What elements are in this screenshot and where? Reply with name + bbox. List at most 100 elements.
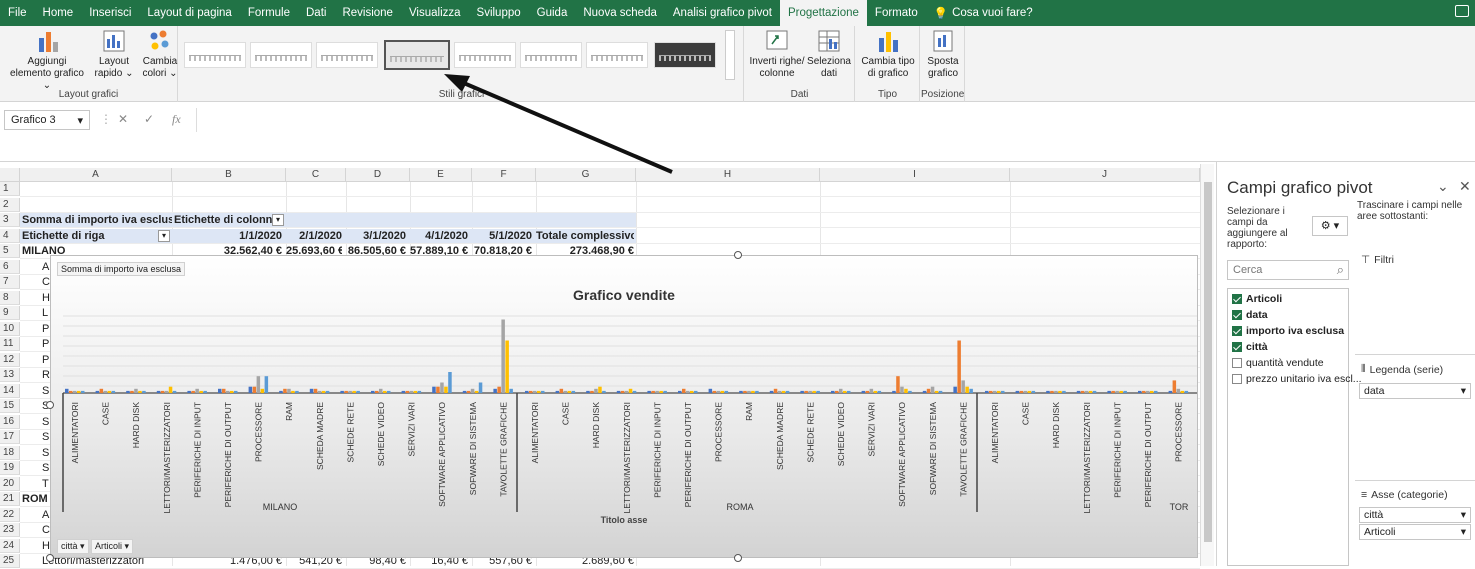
cancel-icon[interactable]: ✕ bbox=[118, 112, 128, 126]
row-header[interactable]: 12 bbox=[0, 352, 20, 367]
field-item[interactable]: importo iva esclusa bbox=[1232, 325, 1344, 337]
row-header[interactable]: 20 bbox=[0, 476, 20, 491]
resize-handle-left[interactable] bbox=[46, 401, 54, 409]
row-header[interactable]: 14 bbox=[0, 383, 20, 398]
name-box[interactable]: Grafico 3 ▾ bbox=[4, 110, 90, 130]
column-header-a[interactable]: A bbox=[20, 168, 172, 182]
chart-style-2[interactable] bbox=[250, 42, 312, 68]
column-header-j[interactable]: J bbox=[1010, 168, 1200, 182]
row-header[interactable]: 24 bbox=[0, 538, 20, 553]
row-header[interactable]: 2 bbox=[0, 197, 20, 212]
row-header[interactable]: 23 bbox=[0, 523, 20, 537]
axis-field-city[interactable]: città ▾ bbox=[1359, 507, 1471, 523]
gear-icon[interactable]: ⚙ ▾ bbox=[1312, 216, 1348, 236]
date-column-header[interactable]: 4/1/2020 bbox=[410, 229, 468, 243]
column-header-f[interactable]: F bbox=[472, 168, 536, 182]
field-search-input[interactable]: Cerca ⌕ bbox=[1227, 260, 1349, 280]
column-header-e[interactable]: E bbox=[410, 168, 472, 182]
legend-area[interactable]: ⦀ Legenda (serie) data ▾ bbox=[1355, 354, 1475, 474]
checkbox[interactable] bbox=[1232, 374, 1242, 384]
field-item[interactable]: data bbox=[1232, 309, 1268, 321]
menu-tab-inserisci[interactable]: Inserisci bbox=[81, 0, 139, 26]
row-labels-filter[interactable]: Etichette di riga bbox=[22, 229, 170, 243]
select-all-corner[interactable] bbox=[0, 168, 20, 182]
checkbox[interactable] bbox=[1232, 342, 1242, 352]
row-header[interactable]: 5 bbox=[0, 244, 20, 258]
chart-style-8[interactable] bbox=[654, 42, 716, 68]
chart-style-1[interactable] bbox=[184, 42, 246, 68]
axis-area[interactable]: ≡ Asse (categorie) città ▾ Articoli ▾ bbox=[1355, 480, 1475, 566]
row-header[interactable]: 21 bbox=[0, 492, 20, 506]
checkbox[interactable] bbox=[1232, 294, 1242, 304]
field-item[interactable]: Articoli bbox=[1232, 293, 1282, 305]
menu-tab-analisi-grafico-pivot[interactable]: Analisi grafico pivot bbox=[665, 0, 780, 26]
resize-handle-bottom-left[interactable] bbox=[46, 554, 54, 562]
legend-field-data[interactable]: data ▾ bbox=[1359, 383, 1471, 399]
field-item[interactable]: quantità vendute bbox=[1232, 357, 1324, 369]
menu-tab-home[interactable]: Home bbox=[35, 0, 82, 26]
switch-row-column-button[interactable]: Inverti righe/ colonne bbox=[749, 28, 805, 80]
date-column-header[interactable]: 5/1/2020 bbox=[472, 229, 532, 243]
row-header[interactable]: 6 bbox=[0, 259, 20, 274]
quick-layout-button[interactable]: Layout rapido ⌄ bbox=[92, 28, 136, 80]
axis-field-articles[interactable]: Articoli ▾ bbox=[1359, 524, 1471, 540]
filters-area[interactable]: ⊤ Filtri bbox=[1355, 246, 1475, 334]
grand-total-header[interactable]: Totale complessivo bbox=[536, 229, 634, 243]
checkbox[interactable] bbox=[1232, 310, 1242, 320]
row-header[interactable]: 15 bbox=[0, 399, 20, 413]
comments-icon[interactable] bbox=[1455, 5, 1469, 17]
row-header[interactable]: 19 bbox=[0, 461, 20, 475]
menu-tab-sviluppo[interactable]: Sviluppo bbox=[469, 0, 529, 26]
move-chart-button[interactable]: Sposta grafico bbox=[923, 28, 963, 80]
row-header[interactable]: 18 bbox=[0, 445, 20, 460]
resize-handle-top[interactable] bbox=[734, 251, 742, 259]
row-header[interactable]: 1 bbox=[0, 182, 20, 196]
confirm-icon[interactable]: ✓ bbox=[144, 112, 154, 126]
chart-style-7[interactable] bbox=[586, 42, 648, 68]
column-header-d[interactable]: D bbox=[346, 168, 410, 182]
row-header[interactable]: 9 bbox=[0, 306, 20, 320]
checkbox[interactable] bbox=[1232, 326, 1242, 336]
date-column-header[interactable]: 2/1/2020 bbox=[286, 229, 342, 243]
change-chart-type-button[interactable]: Cambia tipo di grafico bbox=[860, 28, 916, 80]
column-filter-dropdown-icon[interactable]: ▾ bbox=[272, 214, 284, 226]
close-icon[interactable]: ✕ bbox=[1459, 178, 1471, 195]
chart-style-4-selected[interactable] bbox=[384, 40, 450, 70]
column-labels-filter[interactable]: Etichette di colonna bbox=[174, 213, 286, 227]
scrollbar-thumb[interactable] bbox=[1204, 182, 1212, 542]
change-colors-button[interactable]: Cambia colori ⌄ bbox=[141, 28, 179, 80]
column-header-c[interactable]: C bbox=[286, 168, 346, 182]
row-header[interactable]: 10 bbox=[0, 321, 20, 336]
menu-tab-progettazione[interactable]: Progettazione bbox=[779, 0, 867, 26]
menu-tab-formule[interactable]: Formule bbox=[240, 0, 298, 26]
pivot-value-label[interactable]: Somma di importo iva esclusa bbox=[22, 213, 172, 227]
column-header-i[interactable]: I bbox=[820, 168, 1010, 182]
insert-function-icon[interactable]: fx bbox=[172, 112, 181, 127]
tell-me-search[interactable]: 💡 Cosa vuoi fare? bbox=[926, 6, 1041, 20]
menu-tab-revisione[interactable]: Revisione bbox=[334, 0, 401, 26]
row-header[interactable]: 13 bbox=[0, 368, 20, 382]
menu-tab-formato[interactable]: Formato bbox=[867, 0, 926, 26]
style-gallery-scrollbar[interactable] bbox=[725, 30, 735, 80]
chart-style-5[interactable] bbox=[454, 42, 516, 68]
menu-tab-guida[interactable]: Guida bbox=[529, 0, 576, 26]
menu-tab-visualizza[interactable]: Visualizza bbox=[401, 0, 469, 26]
column-header-h[interactable]: H bbox=[636, 168, 820, 182]
row-header[interactable]: 3 bbox=[0, 213, 20, 227]
row-header[interactable]: 7 bbox=[0, 275, 20, 289]
formula-input[interactable] bbox=[196, 108, 1469, 132]
select-data-button[interactable]: Seleziona dati bbox=[807, 28, 851, 80]
menu-tab-dati[interactable]: Dati bbox=[298, 0, 334, 26]
row-filter-dropdown-icon[interactable]: ▾ bbox=[158, 229, 170, 242]
axis-field-button-city[interactable]: città ▾ bbox=[57, 539, 89, 554]
row-header[interactable]: 8 bbox=[0, 290, 20, 305]
date-column-header[interactable]: 3/1/2020 bbox=[346, 229, 406, 243]
chart-style-3[interactable] bbox=[316, 42, 378, 68]
column-header-g[interactable]: G bbox=[536, 168, 636, 182]
menu-tab-layout-di-pagina[interactable]: Layout di pagina bbox=[139, 0, 239, 26]
add-chart-element-button[interactable]: Aggiungi elemento grafico ⌄ bbox=[6, 28, 88, 92]
chevron-down-icon[interactable]: ⌄ bbox=[1437, 178, 1449, 195]
menu-tab-nuova-scheda[interactable]: Nuova scheda bbox=[575, 0, 665, 26]
resize-handle-bottom[interactable] bbox=[734, 554, 742, 562]
menu-tab-file[interactable]: File bbox=[0, 0, 35, 26]
